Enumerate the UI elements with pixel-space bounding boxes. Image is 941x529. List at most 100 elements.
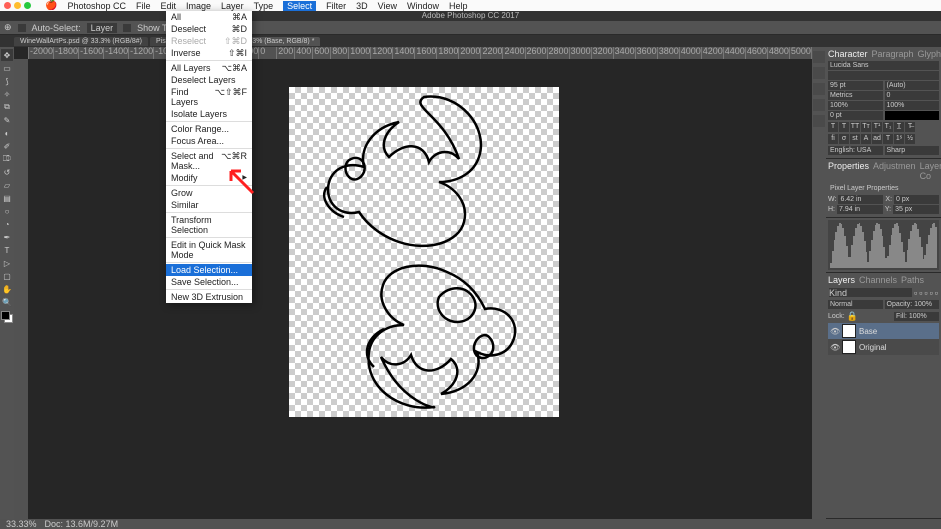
subscript-button[interactable]: T₁	[883, 122, 893, 132]
visibility-icon[interactable]: 👁	[830, 327, 839, 336]
menu-item[interactable]: Find Layers⌥⇧⌘F	[166, 86, 252, 108]
zoom-tool[interactable]: 🔍	[1, 296, 13, 308]
panel-icon[interactable]	[813, 51, 825, 63]
vscale-field[interactable]: 100%	[828, 101, 883, 110]
allcaps-button[interactable]: TT	[850, 122, 860, 132]
width-field[interactable]: 6.42 in	[838, 195, 883, 204]
gradient-tool[interactable]: ▤	[1, 192, 13, 204]
tab-paths[interactable]: Paths	[901, 275, 924, 285]
ot-button[interactable]: A	[861, 134, 871, 144]
auto-select-dropdown[interactable]: Layer	[87, 23, 118, 33]
eraser-tool[interactable]: ▱	[1, 179, 13, 191]
color-swatch[interactable]	[1, 311, 13, 323]
panel-icon[interactable]	[813, 67, 825, 79]
menu-item[interactable]: Color Range...	[166, 123, 252, 135]
filter-icon[interactable]: ▫	[914, 288, 917, 298]
menu-item[interactable]: Save Selection...	[166, 276, 252, 288]
lock-icon[interactable]: 🔒	[847, 311, 858, 322]
visibility-icon[interactable]: 👁	[830, 343, 839, 352]
ot-button[interactable]: fi	[828, 134, 838, 144]
language-field[interactable]: English: USA	[828, 146, 883, 155]
menu-item[interactable]: Inverse⇧⌘I	[166, 47, 252, 59]
layer-row[interactable]: 👁 Original	[828, 339, 939, 355]
tab-channels[interactable]: Channels	[859, 275, 897, 285]
path-tool[interactable]: ▷	[1, 257, 13, 269]
ot-button[interactable]: ad	[872, 134, 882, 144]
menu-file[interactable]: File	[136, 1, 151, 11]
panel-icon[interactable]	[813, 115, 825, 127]
filter-icon[interactable]: ▫	[924, 288, 927, 298]
menu-item[interactable]: Similar	[166, 199, 252, 211]
opacity-field[interactable]: Opacity: 100%	[885, 300, 940, 309]
y-field[interactable]: 35 px	[893, 205, 939, 214]
menu-item[interactable]: Load Selection...	[166, 264, 252, 276]
menu-view[interactable]: View	[378, 1, 397, 11]
font-style-field[interactable]	[828, 71, 939, 80]
ot-button[interactable]: 1ˢ	[894, 134, 904, 144]
bold-button[interactable]: T	[828, 122, 838, 132]
stamp-tool[interactable]: ⎄	[1, 153, 13, 165]
layer-filter[interactable]: Kind	[829, 288, 912, 297]
apple-menu[interactable]: 🍎	[45, 0, 57, 11]
menu-type[interactable]: Type	[254, 1, 274, 11]
menu-item[interactable]: Deselect Layers	[166, 74, 252, 86]
kerning-field[interactable]: Metrics	[828, 91, 883, 100]
tab-glyphs[interactable]: Glyphs	[918, 49, 941, 59]
menu-item[interactable]: Select and Mask...⌥⌘R	[166, 150, 252, 172]
tab-adjustments[interactable]: Adjustmen	[873, 161, 916, 181]
marquee-tool[interactable]: ▭	[1, 62, 13, 74]
filter-icon[interactable]: ▫	[930, 288, 933, 298]
shape-tool[interactable]: ▢	[1, 270, 13, 282]
menu-item[interactable]: Transform Selection	[166, 214, 252, 236]
filter-icon[interactable]: ▫	[919, 288, 922, 298]
menu-item[interactable]: Deselect⌘D	[166, 23, 252, 35]
type-tool[interactable]: T	[1, 244, 13, 256]
menu-item[interactable]: Focus Area...	[166, 135, 252, 147]
menu-window[interactable]: Window	[407, 1, 439, 11]
smallcaps-button[interactable]: Tт	[861, 122, 871, 132]
filter-icon[interactable]: ▫	[935, 288, 938, 298]
crop-tool[interactable]: ⧉	[1, 101, 13, 113]
doc-info[interactable]: Doc: 13.6M/9.27M	[45, 519, 119, 529]
menu-item[interactable]: Grow	[166, 187, 252, 199]
eyedropper-tool[interactable]: ✎	[1, 114, 13, 126]
menu-image[interactable]: Image	[186, 1, 211, 11]
baseline-field[interactable]: 0 pt	[828, 111, 883, 120]
menu-item[interactable]: Modify	[166, 172, 252, 184]
strike-button[interactable]: T̶	[905, 122, 915, 132]
zoom-level[interactable]: 33.33%	[6, 519, 37, 529]
menu-filter[interactable]: Filter	[326, 1, 346, 11]
menu-edit[interactable]: Edit	[161, 1, 177, 11]
menu-item[interactable]: New 3D Extrusion	[166, 291, 252, 303]
ot-button[interactable]: ½	[905, 134, 915, 144]
document-tab[interactable]: WineWallArtPs.psd @ 33.3% (RGB/8#)	[14, 37, 148, 46]
healing-tool[interactable]: ◐	[1, 127, 13, 139]
font-size-field[interactable]: 95 pt	[828, 81, 883, 90]
layer-row[interactable]: 👁 Base	[828, 323, 939, 339]
ot-button[interactable]: σ	[839, 134, 849, 144]
canvas-area[interactable]: -2000-1800-1600-1400-1200-1000-800-600-4…	[14, 47, 812, 519]
x-field[interactable]: 0 px	[894, 195, 939, 204]
panel-icon[interactable]	[813, 83, 825, 95]
menu-item[interactable]: Isolate Layers	[166, 108, 252, 120]
layer-name[interactable]: Base	[859, 327, 877, 336]
blur-tool[interactable]: ○	[1, 205, 13, 217]
leading-field[interactable]: (Auto)	[885, 81, 940, 90]
show-transform-checkbox[interactable]	[123, 24, 131, 32]
text-color-swatch[interactable]	[885, 111, 940, 120]
layer-thumbnail[interactable]	[842, 340, 856, 354]
italic-button[interactable]: T	[839, 122, 849, 132]
underline-button[interactable]: T̲	[894, 122, 904, 132]
auto-select-checkbox[interactable]	[18, 24, 26, 32]
tab-layers[interactable]: Layers	[828, 275, 855, 285]
hand-tool[interactable]: ✋	[1, 283, 13, 295]
fill-field[interactable]: Fill: 100%	[894, 312, 939, 321]
lasso-tool[interactable]: ⟆	[1, 75, 13, 87]
superscript-button[interactable]: T¹	[872, 122, 882, 132]
tab-character[interactable]: Character	[828, 49, 868, 59]
layer-thumbnail[interactable]	[842, 324, 856, 338]
menu-select[interactable]: Select	[283, 1, 316, 11]
menu-item[interactable]: All Layers⌥⌘A	[166, 62, 252, 74]
window-controls[interactable]	[4, 2, 31, 9]
blend-mode[interactable]: Normal	[828, 300, 883, 309]
